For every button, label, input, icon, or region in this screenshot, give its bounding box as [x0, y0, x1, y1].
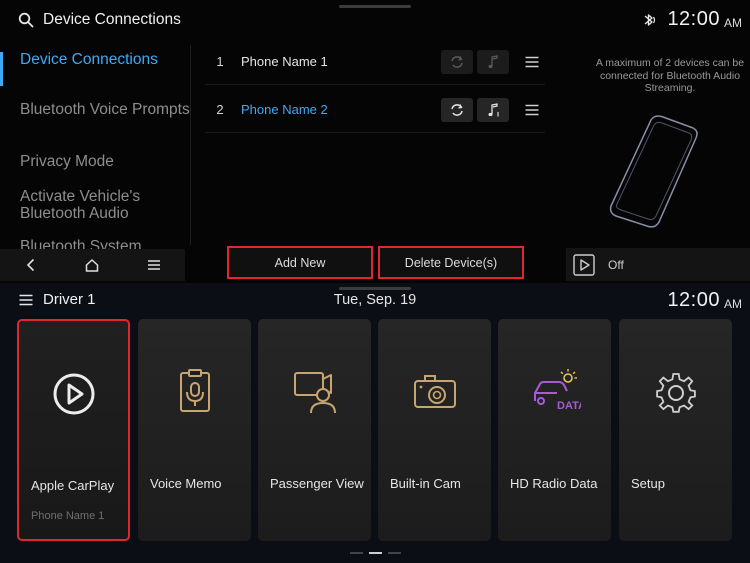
hamburger-icon [525, 56, 539, 67]
play-icon [573, 253, 595, 276]
clock-time: 12:00 [667, 289, 720, 311]
gear-icon [655, 373, 696, 413]
device-limit-note: A maximum of 2 devices can be connected … [595, 57, 745, 94]
bottom-screen-handle[interactable] [339, 287, 411, 290]
device-options-button[interactable] [519, 50, 545, 74]
audio-connect-button[interactable] [477, 49, 509, 74]
bluetooth-phone-icon [644, 13, 656, 26]
search-icon[interactable] [18, 12, 34, 28]
hd-radio-data-icon: DATA [533, 369, 581, 412]
device-row[interactable]: 2 Phone Name 2 [205, 87, 545, 133]
music-note-icon [488, 102, 499, 116]
audio-connect-button[interactable] [477, 97, 509, 122]
tile-built-in-cam[interactable]: Built-in Cam [378, 319, 491, 541]
menu-divider [190, 45, 191, 245]
page-title: Device Connections [43, 11, 181, 28]
menu-item-device-connections[interactable]: Device Connections [0, 46, 158, 86]
add-new-button[interactable]: Add New [227, 246, 373, 279]
passenger-view-icon [293, 372, 336, 414]
page-dot[interactable] [387, 552, 401, 554]
tile-hd-radio-data[interactable]: DATA HD Radio Data [498, 319, 611, 541]
tile-apple-carplay[interactable]: Apple CarPlay Phone Name 1 [17, 319, 130, 541]
delete-devices-button[interactable]: Delete Device(s) [378, 246, 524, 279]
tile-label: Voice Memo [150, 476, 222, 491]
top-screen-handle[interactable] [339, 5, 411, 8]
phone-illustration-icon [609, 115, 698, 228]
clock-ampm: AM [724, 15, 742, 30]
menu-item-bluetooth-voice-prompts[interactable]: Bluetooth Voice Prompts [0, 96, 190, 123]
back-chevron-icon[interactable] [23, 257, 39, 273]
camera-icon [413, 375, 456, 408]
tile-passenger-view[interactable]: Passenger View [258, 319, 371, 541]
voice-memo-icon [179, 369, 210, 412]
media-state: Off [608, 257, 624, 272]
phone-connect-button[interactable] [441, 49, 473, 74]
tile-label: Built-in Cam [390, 476, 461, 491]
settings-menu: Device Connections Bluetooth Voice Promp… [0, 40, 190, 250]
media-source-widget[interactable]: Off [566, 248, 750, 281]
hamburger-icon [525, 104, 539, 115]
navigation-bar [0, 249, 185, 281]
page-dot[interactable] [349, 552, 363, 554]
tile-label: Setup [631, 476, 665, 491]
device-row[interactable]: 1 Phone Name 1 [205, 39, 545, 85]
menu-item-bluetooth-system[interactable]: Bluetooth System [0, 233, 141, 250]
status-bar: 12:00 AM [667, 289, 742, 312]
clock-time: 12:00 [667, 8, 720, 30]
date-display: Tue, Sep. 19 [333, 292, 417, 308]
device-number: 1 [216, 54, 224, 69]
tile-label: Passenger View [270, 476, 364, 491]
menu-item-activate-bluetooth-audio[interactable]: Activate Vehicle's Bluetooth Audio [0, 183, 190, 227]
device-connections-screen: Device Connections 12:00 AM Device Conne… [0, 0, 750, 283]
tile-setup[interactable]: Setup [619, 319, 732, 541]
carplay-icon [53, 373, 94, 415]
tile-label: HD Radio Data [510, 476, 598, 491]
device-number: 2 [216, 102, 224, 117]
home-screen: Driver 1 Tue, Sep. 19 12:00 AM Apple Car… [0, 283, 750, 563]
page-indicator [0, 552, 750, 554]
menu-icon[interactable] [146, 257, 162, 273]
music-note-icon [488, 54, 498, 68]
phone-sync-icon [451, 103, 463, 116]
phone-sync-icon [451, 55, 463, 68]
tile-sublabel: Phone Name 1 [31, 510, 105, 522]
tile-voice-memo[interactable]: Voice Memo [138, 319, 251, 541]
page-title-bar: Device Connections [18, 9, 181, 31]
app-grid: Apple CarPlay Phone Name 1 Voice Memo Pa… [17, 319, 737, 541]
status-bar: 12:00 AM [641, 8, 742, 31]
hd-radio-data-text: DATA [557, 400, 581, 412]
page-dot-active[interactable] [368, 552, 382, 554]
device-name[interactable]: Phone Name 2 [235, 102, 441, 117]
home-icon[interactable] [84, 257, 100, 273]
menu-item-privacy-mode[interactable]: Privacy Mode [0, 148, 114, 175]
device-options-button[interactable] [519, 98, 545, 122]
phone-connect-button[interactable] [441, 97, 473, 122]
tile-label: Apple CarPlay [31, 478, 115, 493]
clock-ampm: AM [724, 296, 742, 311]
device-name[interactable]: Phone Name 1 [235, 54, 441, 69]
